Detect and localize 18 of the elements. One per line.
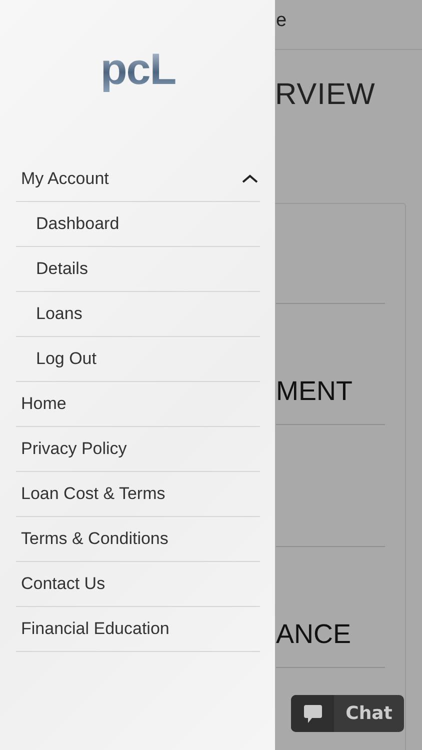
menu-item[interactable]: Loan Cost & Terms: [16, 472, 260, 517]
menu-item[interactable]: Privacy Policy: [16, 427, 260, 472]
section-heading: ANCE: [276, 619, 352, 651]
menu-item[interactable]: Loans: [16, 292, 260, 337]
speech-bubble-icon: [302, 704, 322, 724]
section-heading: MENT: [276, 376, 354, 408]
menu-item[interactable]: My Account: [16, 157, 260, 202]
chevron-up-icon[interactable]: [242, 174, 258, 184]
menu-item[interactable]: Details: [16, 247, 260, 292]
menu-item[interactable]: Home: [16, 382, 260, 427]
menu-item[interactable]: Terms & Conditions: [16, 517, 260, 562]
menu-item[interactable]: Financial Education: [16, 607, 260, 652]
menu-item[interactable]: Dashboard: [16, 202, 260, 247]
menu-item[interactable]: Log Out: [16, 337, 260, 382]
chat-button[interactable]: Chat: [291, 695, 404, 732]
page-title: RVIEW: [275, 78, 376, 112]
header-title: e: [276, 10, 287, 32]
menu-item[interactable]: Contact Us: [16, 562, 260, 607]
